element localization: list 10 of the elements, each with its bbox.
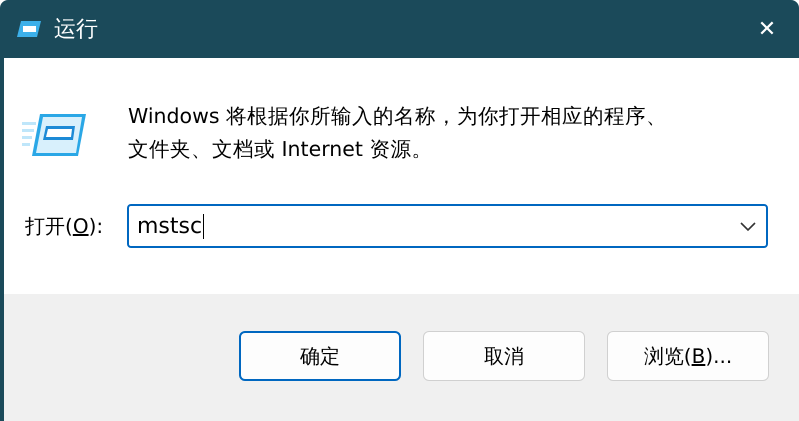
run-icon xyxy=(16,19,42,39)
close-button[interactable]: ✕ xyxy=(753,15,781,43)
dialog-button[interactable]: 浏览(B)... xyxy=(607,331,769,381)
open-field[interactable]: mstsc xyxy=(127,204,768,248)
window-title: 运行 xyxy=(54,16,98,44)
dialog-button[interactable]: 确定 xyxy=(239,331,401,381)
dialog-button[interactable]: 取消 xyxy=(423,331,585,381)
open-label: 打开(O): xyxy=(25,212,104,240)
run-icon xyxy=(22,112,88,158)
description: Windows 将根据你所输入的名称，为你打开相应的程序、文件夹、文档或 Internet 资源。 xyxy=(128,103,668,163)
